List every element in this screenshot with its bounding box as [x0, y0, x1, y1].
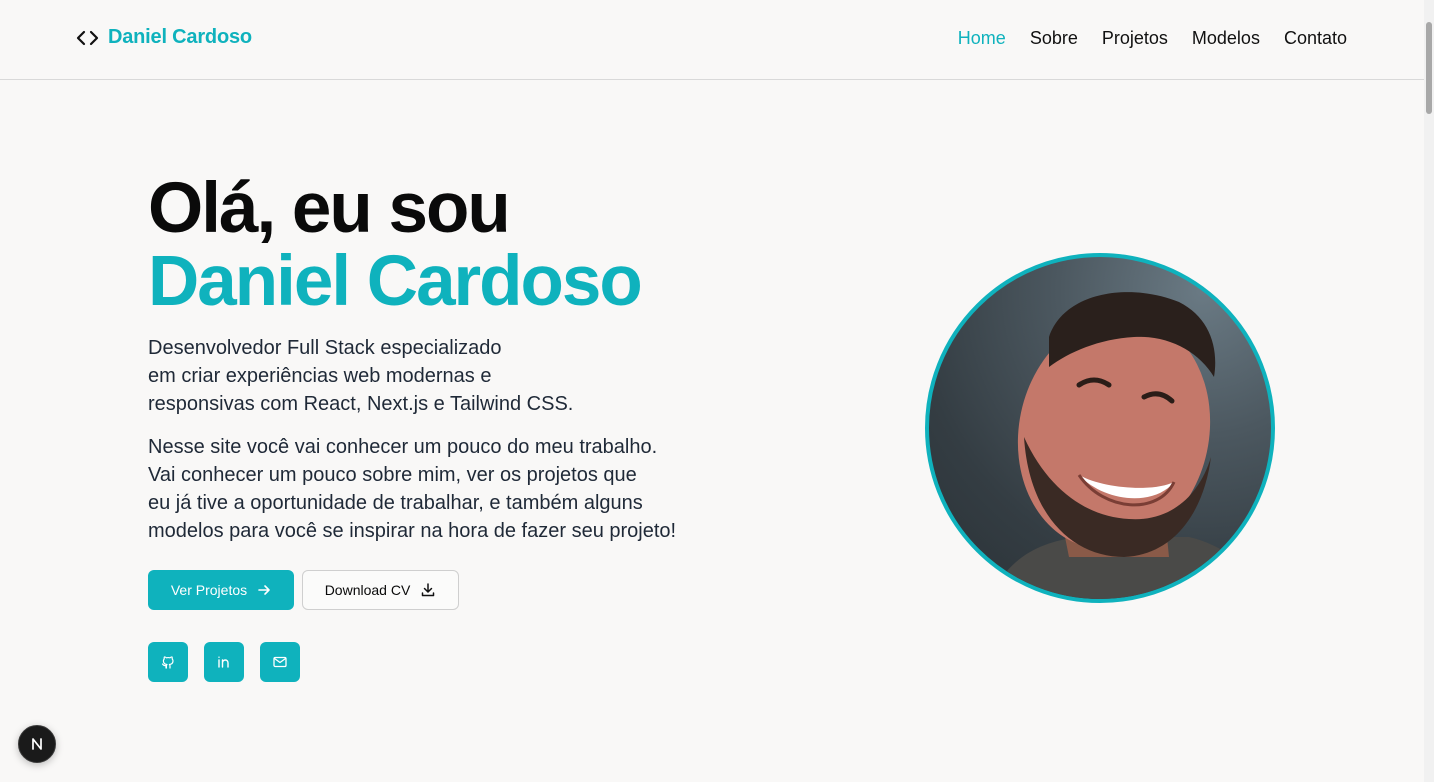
nav-projetos[interactable]: Projetos — [1102, 28, 1168, 49]
hero-intro: Nesse site você vai conhecer um pouco do… — [148, 433, 748, 545]
hero-intro-line: modelos para você se inspirar na hora de… — [148, 520, 677, 542]
hero-title-greeting: Olá, eu sou — [148, 169, 511, 248]
nav-sobre[interactable]: Sobre — [1030, 28, 1078, 49]
hero-intro-line: Nesse site você vai conhecer um pouco do… — [148, 436, 658, 458]
page-scrollbar[interactable] — [1424, 0, 1434, 782]
nav-modelos[interactable]: Modelos — [1192, 28, 1260, 49]
hero-title-name: Daniel Cardoso — [148, 242, 643, 321]
main-nav: Home Sobre Projetos Modelos Contato — [958, 28, 1347, 49]
nextjs-dev-badge[interactable] — [18, 725, 56, 763]
hero-description: Desenvolvedor Full Stack especializado e… — [148, 334, 628, 418]
code-brackets-icon — [76, 30, 99, 45]
hero-intro-line: Vai conhecer um pouco sobre mim, ver os … — [148, 464, 637, 486]
linkedin-icon — [218, 656, 229, 668]
mail-icon — [273, 656, 287, 668]
email-button[interactable] — [260, 642, 300, 682]
hero-description-line: responsivas com React, Next.js e Tailwin… — [148, 393, 574, 415]
github-button[interactable] — [148, 642, 188, 682]
hero-intro-line: eu já tive a oportunidade de trabalhar, … — [148, 492, 643, 514]
download-cv-label: Download CV — [324, 582, 411, 598]
profile-photo — [925, 253, 1275, 603]
hero-description-line: em criar experiências web modernas e — [148, 365, 492, 387]
hero-description-line: Desenvolvedor Full Stack especializado — [148, 337, 502, 359]
linkedin-button[interactable] — [204, 642, 244, 682]
profile-photo-illustration — [989, 292, 1271, 599]
github-icon — [161, 656, 174, 669]
brand-name: Daniel Cardoso — [108, 26, 252, 48]
site-header: Daniel Cardoso Home Sobre Projetos Model… — [0, 0, 1424, 80]
nav-contato[interactable]: Contato — [1284, 28, 1347, 49]
nav-home[interactable]: Home — [958, 28, 1006, 49]
ver-projetos-button[interactable]: Ver Projetos — [148, 570, 294, 610]
hero-title: Olá, eu sou Daniel Cardoso — [148, 169, 643, 321]
nextjs-logo-icon — [32, 738, 42, 750]
download-cv-button[interactable]: Download CV — [302, 570, 459, 610]
scrollbar-thumb[interactable] — [1426, 22, 1432, 114]
arrow-right-icon — [258, 585, 270, 595]
ver-projetos-label: Ver Projetos — [170, 582, 248, 598]
download-icon — [422, 583, 435, 597]
brand-logo[interactable]: Daniel Cardoso — [76, 26, 252, 49]
